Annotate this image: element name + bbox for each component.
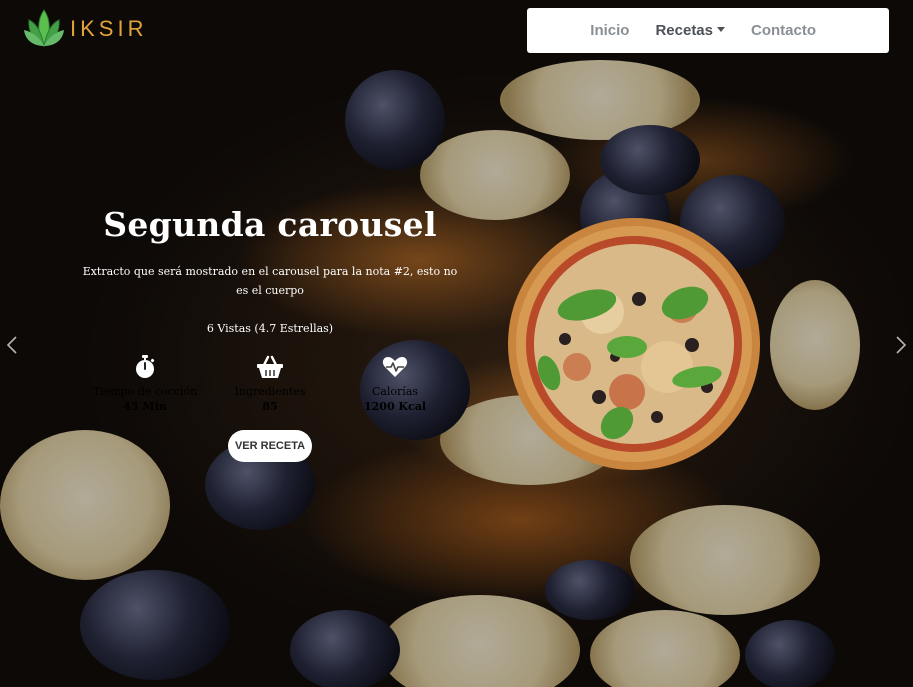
brand-name: IKSIR: [70, 16, 148, 41]
carousel-stats: 6 Vistas (4.7 Estrellas): [206, 322, 334, 335]
carousel-title: Segunda carousel: [103, 205, 437, 244]
meta-ingredients-label: Ingredientes: [234, 385, 306, 398]
image-overlay: [0, 0, 913, 687]
view-recipe-button[interactable]: VER RECETA: [228, 430, 312, 462]
nav-link-contacto[interactable]: Contacto: [751, 22, 816, 39]
pizza-image: [508, 218, 760, 470]
heartbeat-icon: [382, 357, 408, 377]
chevron-left-icon: [6, 336, 17, 354]
meta-ingredients: Ingredientes 85: [200, 355, 340, 413]
meta-calories-value: 1200 Kcal: [363, 400, 426, 413]
meta-cook-time-value: 45 Min: [123, 400, 167, 413]
brand-logo[interactable]: IKSIR: [24, 6, 147, 52]
lotus-logo-icon: [24, 9, 64, 47]
meta-cook-time-label: Tiempo de cocción: [92, 385, 198, 398]
nav-link-inicio[interactable]: Inicio: [590, 22, 629, 39]
caret-down-icon: [717, 27, 725, 32]
meta-cook-time: Tiempo de cocción 45 Min: [75, 355, 215, 413]
meta-calories: Calorías 1200 Kcal: [325, 355, 465, 413]
meta-calories-label: Calorías: [371, 385, 419, 398]
carousel-excerpt: Extracto que será mostrado en el carouse…: [82, 265, 458, 297]
hero-carousel: IKSIR Inicio Recetas Contacto Segunda ca…: [0, 0, 913, 687]
nav-link-recetas[interactable]: Recetas: [655, 22, 725, 39]
carousel-prev-button[interactable]: [0, 333, 24, 357]
nav-link-recetas-label: Recetas: [655, 22, 713, 39]
carousel-next-button[interactable]: [889, 333, 913, 357]
main-navbar: Inicio Recetas Contacto: [527, 8, 889, 53]
basket-icon: [257, 355, 283, 378]
chevron-right-icon: [896, 336, 907, 354]
stopwatch-icon: [136, 355, 155, 378]
meta-ingredients-value: 85: [262, 400, 278, 413]
carousel-caption: Segunda carousel Extracto que será mostr…: [82, 205, 458, 335]
